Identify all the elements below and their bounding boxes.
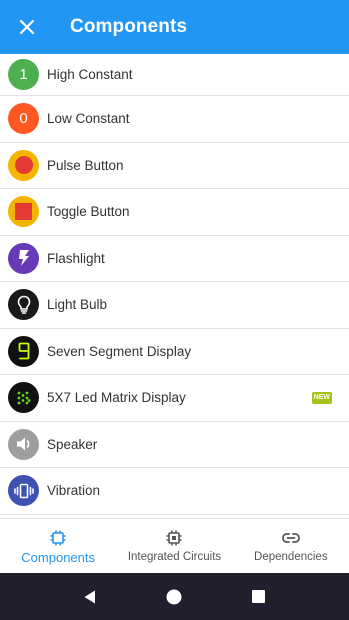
tab-components[interactable]: Components	[0, 519, 116, 573]
list-item-label: Pulse Button	[47, 157, 124, 173]
low-constant-icon: 0	[8, 103, 39, 135]
speaker-icon	[8, 428, 39, 460]
list-item-label: Flashlight	[47, 250, 105, 266]
list-item-light-bulb[interactable]: Light Bulb	[0, 282, 349, 329]
home-button[interactable]	[159, 582, 189, 612]
pulse-button-icon	[8, 149, 39, 181]
tab-label: Dependencies	[254, 551, 328, 563]
list-item-label: Vibration	[47, 483, 101, 499]
app-bar: Components	[0, 0, 349, 54]
list-item-high-constant[interactable]: 1 High Constant	[0, 54, 349, 96]
flashlight-icon	[8, 242, 39, 274]
list-item-vibration[interactable]: Vibration	[0, 468, 349, 515]
chip-icon	[50, 530, 66, 546]
page-title: Components	[70, 16, 188, 37]
list-item-label: Toggle Button	[47, 204, 130, 220]
list-item-label: High Constant	[47, 67, 133, 82]
tab-integrated-circuits[interactable]: Integrated Circuits	[116, 519, 232, 573]
back-icon	[84, 590, 96, 603]
list-item-speaker[interactable]: Speaker	[0, 422, 349, 468]
list-item-led-matrix-display[interactable]: 5X7 Led Matrix Display NEW	[0, 375, 349, 422]
bottom-navigation: Components Integrated Circuits Dependenc…	[0, 518, 349, 573]
list-item-label: 5X7 Led Matrix Display	[47, 390, 186, 406]
vibration-icon	[8, 475, 39, 507]
back-button[interactable]	[75, 582, 105, 612]
list-item-label: Seven Segment Display	[47, 343, 192, 359]
new-badge: NEW	[311, 391, 332, 404]
close-icon	[19, 19, 35, 35]
integrated-circuit-icon	[166, 530, 182, 546]
list-item-label: Low Constant	[47, 111, 130, 127]
tab-label: Integrated Circuits	[127, 551, 222, 563]
high-constant-icon: 1	[8, 59, 39, 90]
toggle-button-icon	[8, 196, 39, 228]
seven-segment-icon	[8, 335, 39, 367]
system-navigation-bar	[0, 573, 349, 620]
list-item-label: Speaker	[47, 436, 98, 452]
led-matrix-icon	[8, 382, 39, 414]
tab-label: Components	[21, 550, 96, 565]
tab-dependencies[interactable]: Dependencies	[233, 519, 349, 573]
recents-button[interactable]	[244, 582, 274, 612]
list-item-low-constant[interactable]: 0 Low Constant	[0, 96, 349, 143]
home-icon	[166, 589, 182, 604]
link-icon	[281, 533, 300, 543]
list-item-seven-segment-display[interactable]: Seven Segment Display	[0, 329, 349, 375]
component-list: 1 High Constant 0 Low Constant Pulse But…	[0, 54, 349, 518]
list-item-flashlight[interactable]: Flashlight	[0, 236, 349, 282]
recents-icon	[252, 590, 266, 603]
list-item-toggle-button[interactable]: Toggle Button	[0, 189, 349, 236]
close-button[interactable]	[0, 0, 54, 54]
light-bulb-icon	[8, 289, 39, 321]
list-item-label: Light Bulb	[47, 297, 108, 313]
list-item-pulse-button[interactable]: Pulse Button	[0, 143, 349, 189]
